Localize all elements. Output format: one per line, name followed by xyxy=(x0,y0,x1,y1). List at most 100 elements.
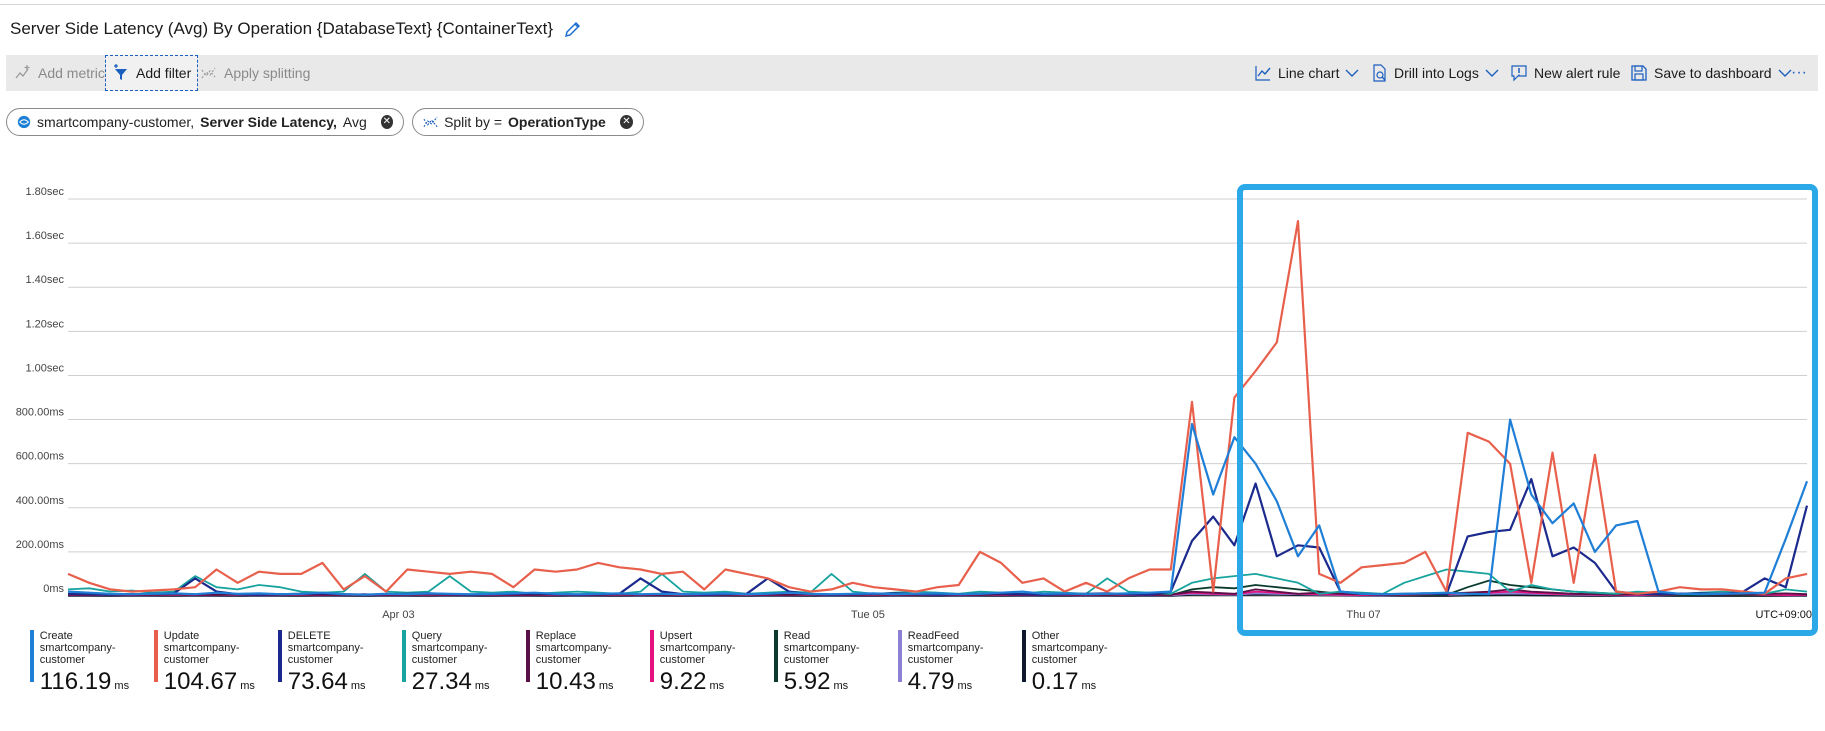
legend-value-unit: ms xyxy=(240,680,255,692)
split-pill[interactable]: Split by = OperationType ✕ xyxy=(412,108,644,136)
top-divider xyxy=(0,4,1825,5)
legend-series-resource: smartcompany-customer xyxy=(659,642,736,666)
line-chart-dropdown[interactable]: Line chart xyxy=(1254,55,1359,91)
legend-series-resource: smartcompany-customer xyxy=(411,642,488,666)
legend-value: 73.64 ms xyxy=(288,668,402,700)
metric-pill-aggregation: Avg xyxy=(342,114,367,130)
legend-series-name: Other xyxy=(1031,630,1060,642)
legend-item-delete[interactable]: DELETE smartcompany-customer 73.64 ms xyxy=(278,630,402,700)
legend-value: 9.22 ms xyxy=(660,668,774,700)
legend-value: 104.67 ms xyxy=(164,668,278,700)
save-disk-icon xyxy=(1631,65,1647,81)
legend-text: Create smartcompany-customer 116.19 ms xyxy=(40,630,154,700)
highlight-box xyxy=(1237,184,1818,636)
legend-value-unit: ms xyxy=(957,680,973,692)
legend-color-swatch xyxy=(526,630,530,682)
add-metric-button[interactable]: Add metric xyxy=(14,55,105,91)
legend-item-update[interactable]: Update smartcompany-customer 104.67 ms xyxy=(154,630,278,700)
apply-splitting-button[interactable]: Apply splitting xyxy=(200,55,310,91)
metric-pill[interactable]: smartcompany-customer, Server Side Laten… xyxy=(6,108,404,136)
y-tick-label: 0ms xyxy=(43,583,64,595)
legend-series-resource: smartcompany-customer xyxy=(287,642,364,666)
y-tick-label: 1.60sec xyxy=(25,230,64,242)
cosmos-db-icon xyxy=(17,115,31,129)
legend-value: 27.34 ms xyxy=(412,668,526,700)
legend-series-name: Create xyxy=(39,630,73,642)
legend-color-swatch xyxy=(898,630,902,682)
split-pill-value: OperationType xyxy=(508,114,606,130)
chart-title-area: Server Side Latency (Avg) By Operation {… xyxy=(10,19,583,39)
legend-color-swatch xyxy=(30,630,34,682)
legend-value-number: 10.43 xyxy=(535,668,596,695)
new-alert-rule-label: New alert rule xyxy=(1534,65,1621,81)
legend-text: DELETE smartcompany-customer 73.64 ms xyxy=(288,630,402,700)
drill-into-logs-label: Drill into Logs xyxy=(1394,65,1479,81)
chevron-down-icon xyxy=(1485,69,1499,77)
legend-color-swatch xyxy=(278,630,282,682)
legend-value-number: 104.67 xyxy=(163,668,238,695)
remove-split-icon[interactable]: ✕ xyxy=(619,115,633,129)
y-tick-label: 800.00ms xyxy=(16,407,65,419)
legend-item-other[interactable]: Other smartcompany-customer 0.17 ms xyxy=(1022,630,1146,700)
legend-value-unit: ms xyxy=(1081,680,1097,692)
legend-item-create[interactable]: Create smartcompany-customer 116.19 ms xyxy=(30,630,154,700)
legend-series-resource: smartcompany-customer xyxy=(907,642,984,666)
legend-text: Update smartcompany-customer 104.67 ms xyxy=(164,630,278,700)
legend-item-read[interactable]: Read smartcompany-customer 5.92 ms xyxy=(774,630,898,700)
new-alert-rule-button[interactable]: New alert rule xyxy=(1510,55,1620,91)
page-title: Server Side Latency (Avg) By Operation {… xyxy=(10,19,554,38)
legend-color-swatch xyxy=(154,630,158,682)
add-filter-button[interactable]: Add filter xyxy=(105,55,199,91)
legend-text: Read smartcompany-customer 5.92 ms xyxy=(784,630,898,700)
legend-text: Upsert smartcompany-customer 9.22 ms xyxy=(660,630,774,700)
metrics-toolbar: Add metric Add filter Apply splitting Li… xyxy=(6,55,1818,91)
chevron-down-icon xyxy=(1778,69,1792,77)
legend-item-readfeed[interactable]: ReadFeed smartcompany-customer 4.79 ms xyxy=(898,630,1022,700)
metric-pill-metric: Server Side Latency, xyxy=(200,114,337,130)
legend-series-resource: smartcompany-customer xyxy=(535,642,612,666)
legend-series-name: Upsert xyxy=(659,630,693,642)
legend-series-resource: smartcompany-customer xyxy=(163,642,240,666)
legend-text: Replace smartcompany-customer 10.43 ms xyxy=(536,630,650,700)
legend-series-resource: smartcompany-customer xyxy=(1031,642,1108,666)
chart-legend: Create smartcompany-customer 116.19 ms Updat… xyxy=(30,630,1146,700)
legend-value-unit: ms xyxy=(598,680,614,692)
legend-value-unit: ms xyxy=(114,680,130,692)
save-to-dashboard-label: Save to dashboard xyxy=(1654,65,1772,81)
save-to-dashboard-dropdown[interactable]: Save to dashboard xyxy=(1630,55,1792,91)
split-pill-label: Split by = xyxy=(444,114,503,130)
legend-value: 4.79 ms xyxy=(908,668,1022,700)
remove-metric-icon[interactable]: ✕ xyxy=(380,115,393,129)
legend-value-number: 116.19 xyxy=(39,668,112,695)
filter-icon xyxy=(114,64,127,80)
legend-item-query[interactable]: Query smartcompany-customer 27.34 ms xyxy=(402,630,526,700)
apply-splitting-label: Apply splitting xyxy=(224,65,311,81)
legend-item-upsert[interactable]: Upsert smartcompany-customer 9.22 ms xyxy=(650,630,774,700)
drill-into-logs-dropdown[interactable]: Drill into Logs xyxy=(1370,55,1499,91)
y-tick-label: 1.80sec xyxy=(25,186,64,198)
legend-color-swatch xyxy=(774,630,778,682)
edit-pencil-icon[interactable] xyxy=(563,19,583,39)
chevron-down-icon xyxy=(1345,69,1359,77)
y-tick-label: 1.00sec xyxy=(25,362,64,374)
legend-value-number: 4.79 xyxy=(907,668,955,695)
metric-pill-resource: smartcompany-customer, xyxy=(37,114,195,130)
legend-value-unit: ms xyxy=(833,680,849,692)
legend-value: 0.17 ms xyxy=(1032,668,1146,700)
add-metric-icon xyxy=(15,65,30,79)
legend-value-number: 5.92 xyxy=(783,668,831,695)
more-options-button[interactable]: ··· xyxy=(1791,55,1807,91)
y-tick-label: 1.20sec xyxy=(25,318,64,330)
legend-text: Query smartcompany-customer 27.34 ms xyxy=(412,630,526,700)
legend-series-resource: smartcompany-customer xyxy=(783,642,860,666)
legend-value-number: 27.34 xyxy=(411,668,472,695)
legend-text: Other smartcompany-customer 0.17 ms xyxy=(1032,630,1146,700)
legend-value: 10.43 ms xyxy=(536,668,650,700)
y-tick-label: 400.00ms xyxy=(16,495,65,507)
legend-value: 116.19 ms xyxy=(40,668,154,700)
x-tick-label: Apr 03 xyxy=(382,609,414,621)
legend-item-replace[interactable]: Replace smartcompany-customer 10.43 ms xyxy=(526,630,650,700)
legend-color-swatch xyxy=(650,630,654,682)
x-tick-label: Tue 05 xyxy=(851,609,885,621)
splitting-icon xyxy=(201,67,216,79)
